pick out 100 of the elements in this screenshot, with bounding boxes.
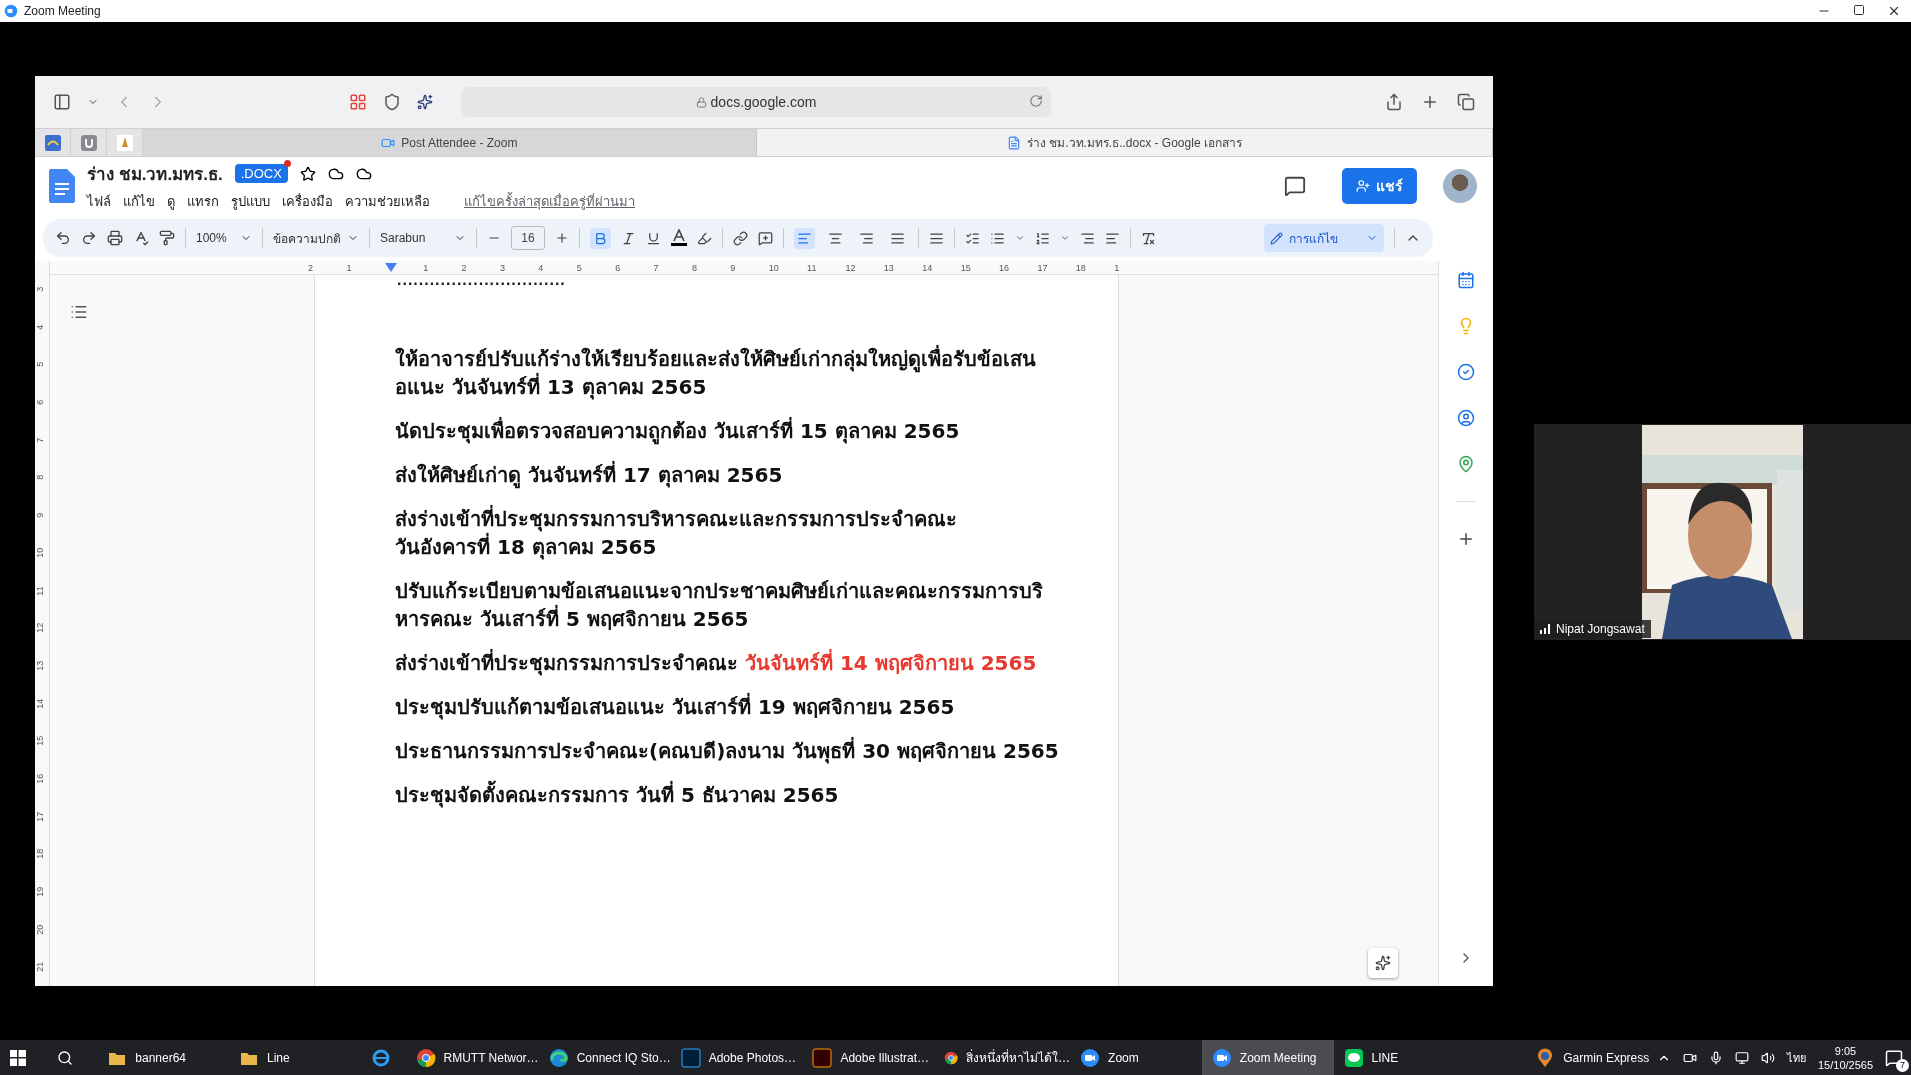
- network-icon[interactable]: [1735, 1050, 1749, 1065]
- taskbar-item[interactable]: Adobe Photos…: [670, 1040, 803, 1075]
- share-button[interactable]: แชร์: [1342, 168, 1417, 204]
- address-bar[interactable]: docs.google.com: [461, 87, 1051, 117]
- paint-format-icon[interactable]: [159, 230, 175, 246]
- taskbar-item[interactable]: Adobe Illustrat…: [802, 1040, 935, 1075]
- menu-item[interactable]: แก้ไข: [123, 194, 155, 209]
- numbered-list-icon[interactable]: [1035, 230, 1050, 246]
- align-right-icon[interactable]: [859, 230, 874, 246]
- close-icon[interactable]: [1887, 4, 1901, 18]
- contacts-icon[interactable]: [1457, 409, 1475, 427]
- document-title[interactable]: ร่าง ชม.วท.มทร.ธ.: [87, 160, 223, 187]
- microphone-icon[interactable]: [1709, 1050, 1723, 1065]
- menu-item[interactable]: ไฟล์: [87, 194, 111, 209]
- avatar[interactable]: [1443, 169, 1477, 203]
- volume-icon[interactable]: [1761, 1050, 1775, 1065]
- paragraph: ให้อาจารย์ปรับแก้ร่างให้เรียบร้อยและส่งให้ศิษย์เก่ากลุ่มใหญ่ดูเพื่อรับข้อเสน อแนะ วันจันทร์ที่ 13 ตุลาคม 2565: [395, 345, 1037, 401]
- ruler-number: 16: [999, 262, 1011, 273]
- zoom-icon: [1211, 1047, 1232, 1068]
- taskbar-item[interactable]: Zoom Meeting: [1201, 1040, 1334, 1075]
- pinned-tab-icon[interactable]: [44, 134, 61, 151]
- explore-button[interactable]: [1368, 948, 1398, 978]
- style-dropdown[interactable]: ข้อความปกติ: [273, 228, 359, 248]
- line-spacing-icon[interactable]: [929, 230, 944, 246]
- maps-icon[interactable]: [1457, 455, 1475, 473]
- menu-item[interactable]: แทรก: [187, 194, 219, 209]
- menu-item[interactable]: ดู: [167, 194, 175, 209]
- taskbar-item[interactable]: banner64: [97, 1040, 229, 1075]
- browser-tab[interactable]: Post Attendee - Zoom: [143, 129, 757, 156]
- justify-icon[interactable]: [890, 230, 905, 246]
- notifications-icon[interactable]: [1885, 1048, 1904, 1067]
- menu-item[interactable]: เครื่องมือ: [282, 194, 333, 209]
- caret-icon[interactable]: [1060, 233, 1070, 243]
- tabs-overview-icon[interactable]: [1457, 93, 1475, 111]
- link-icon[interactable]: [733, 230, 748, 246]
- align-left-icon[interactable]: [797, 230, 812, 246]
- browser-tab[interactable]: ร่าง ชม.วท.มทร.ธ..docx - Google เอกสาร: [756, 129, 1493, 156]
- add-comment-icon[interactable]: [758, 230, 773, 246]
- ruler-number: 18: [35, 848, 46, 862]
- print-icon[interactable]: [107, 230, 123, 246]
- ruler-number: 8: [691, 262, 698, 273]
- underline-icon[interactable]: [646, 230, 661, 246]
- shield-icon[interactable]: [383, 93, 401, 111]
- taskbar-item[interactable]: Line: [229, 1040, 361, 1075]
- pinned-tab-icon[interactable]: [80, 134, 97, 151]
- window-title: Zoom Meeting: [24, 4, 101, 18]
- sidebar-icon[interactable]: [53, 93, 71, 111]
- taskbar-item[interactable]: สิ่งหนึ่งที่หาไม่ได้ใ…: [934, 1040, 1071, 1075]
- plus-icon[interactable]: [555, 231, 569, 245]
- undo-icon[interactable]: [55, 230, 71, 246]
- taskbar-item[interactable]: Garmin Express: [1525, 1040, 1657, 1075]
- text-color-icon[interactable]: [671, 229, 687, 247]
- checklist-icon[interactable]: [965, 230, 980, 246]
- star-icon[interactable]: [299, 165, 316, 182]
- ruler-number: 15: [960, 262, 972, 273]
- ruler-number: 6: [35, 398, 46, 407]
- align-center-icon[interactable]: [828, 230, 843, 246]
- bold-icon[interactable]: [593, 230, 608, 246]
- ruler-number: 12: [35, 622, 46, 636]
- restore-icon[interactable]: [1853, 4, 1865, 16]
- taskbar-item[interactable]: Zoom: [1070, 1040, 1202, 1075]
- spellcheck-icon[interactable]: [133, 230, 149, 246]
- language-indicator[interactable]: ไทย: [1787, 1048, 1806, 1067]
- share-icon[interactable]: [1385, 93, 1403, 111]
- add-icon[interactable]: [1457, 530, 1475, 548]
- ruler-number: 19: [35, 885, 46, 899]
- ruler-number: 14: [922, 262, 934, 273]
- calendar-icon[interactable]: [1457, 271, 1475, 289]
- clear-formatting-icon[interactable]: [1141, 230, 1156, 246]
- zoom-dropdown[interactable]: 100%: [196, 231, 252, 245]
- bullet-list-icon[interactable]: [990, 230, 1005, 246]
- editing-mode-dropdown[interactable]: การแก้ไข: [1264, 224, 1384, 252]
- taskbar-item[interactable]: LINE: [1333, 1040, 1466, 1075]
- highlighter-icon[interactable]: [697, 230, 712, 246]
- menu-item[interactable]: รูปแบบ: [231, 194, 270, 209]
- font-size-field[interactable]: 16: [511, 226, 545, 250]
- italic-icon[interactable]: [621, 230, 636, 246]
- apps-grid-icon[interactable]: [349, 93, 367, 111]
- clock[interactable]: 9:05 15/10/2565: [1818, 1043, 1874, 1072]
- outline-icon[interactable]: [70, 303, 88, 321]
- zoom-logo-icon: [4, 4, 18, 18]
- tasks-icon[interactable]: [1457, 363, 1475, 381]
- font-dropdown[interactable]: Sarabun: [380, 231, 466, 245]
- taskbar-item[interactable]: Connect IQ Sto…: [538, 1040, 671, 1075]
- comments-icon[interactable]: [1284, 175, 1306, 197]
- ruler-number: 13: [35, 659, 46, 673]
- redo-icon[interactable]: [81, 230, 97, 246]
- windows-icon: [10, 1049, 26, 1066]
- pinned-tab-icon[interactable]: [116, 134, 133, 151]
- taskbar-item[interactable]: RMUTT Networ…: [405, 1040, 539, 1075]
- indent-marker-icon[interactable]: [384, 263, 397, 272]
- person-icon: [1356, 179, 1370, 193]
- reload-icon[interactable]: [1029, 94, 1043, 108]
- caret-icon[interactable]: [1015, 233, 1025, 243]
- menu-item[interactable]: ความช่วยเหลือ: [345, 194, 430, 209]
- paragraph: ประธานกรรมการประจำคณะ(คณบดี)ลงนาม วันพุธที่ 30 พฤศจิกายน 2565: [395, 737, 1060, 765]
- last-edit-link[interactable]: แก้ไขครั้งล่าสุดเมื่อครู่ที่ผ่านมา: [464, 191, 635, 212]
- edge-icon: [548, 1047, 569, 1068]
- new-tab-icon[interactable]: [1421, 93, 1439, 111]
- docs-logo-icon[interactable]: [49, 169, 75, 203]
